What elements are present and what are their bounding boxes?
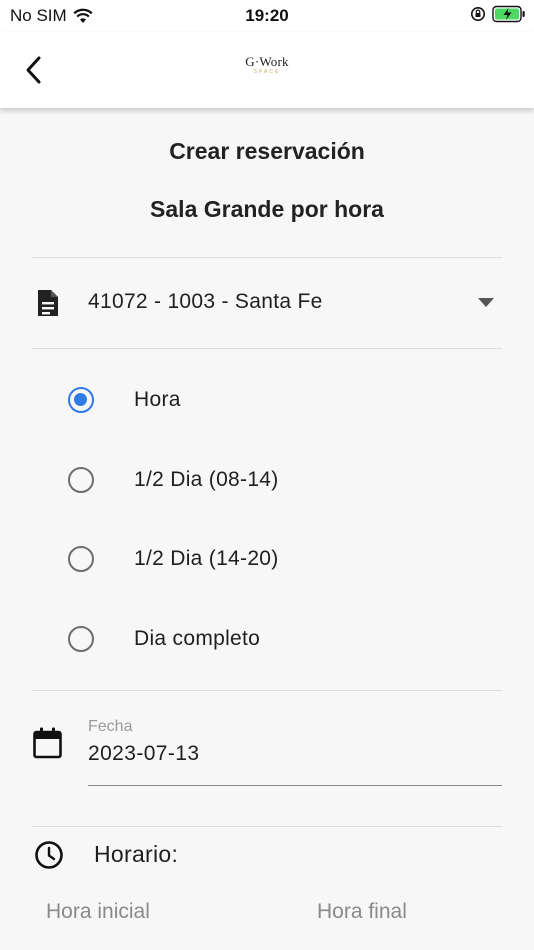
- arrow-drop-down-icon: [478, 298, 494, 307]
- divider: [32, 348, 502, 349]
- app-bar: G·Work SPACE: [0, 32, 534, 108]
- start-time-picker[interactable]: Hora inicial: [46, 900, 150, 924]
- date-field[interactable]: Fecha 2023-07-13: [88, 716, 502, 786]
- calendar-icon: [33, 727, 62, 759]
- account-select-value: 41072 - 1003 - Santa Fe: [88, 290, 323, 313]
- page-title: Crear reservación: [169, 138, 365, 164]
- date-field-value: 2023-07-13: [88, 742, 200, 765]
- battery-icon: [492, 5, 525, 23]
- radio-button[interactable]: [68, 546, 94, 572]
- divider: [32, 690, 502, 691]
- end-time-picker[interactable]: Hora final: [317, 900, 407, 924]
- radio-label: 1/2 Dia (08-14): [134, 468, 279, 491]
- status-bar: No SIM 19:20: [0, 0, 534, 32]
- date-field-label: Fecha: [88, 718, 133, 735]
- status-time: 19:20: [245, 6, 289, 25]
- page-subtitle: Sala Grande por hora: [150, 196, 384, 222]
- radio-label: Hora: [134, 388, 181, 411]
- account-select[interactable]: 41072 - 1003 - Santa Fe: [32, 270, 502, 336]
- radio-label: 1/2 Dia (14-20): [134, 547, 279, 570]
- radio-button[interactable]: [68, 467, 94, 493]
- date-row: Fecha 2023-07-13: [32, 710, 502, 790]
- logo-subtitle: SPACE: [253, 69, 281, 75]
- radio-option-half-day-afternoon[interactable]: 1/2 Dia (14-20): [68, 539, 468, 579]
- schedule-label: Horario:: [94, 841, 179, 867]
- schedule-row: Horario:: [32, 836, 502, 876]
- app-logo: G·Work SPACE: [0, 54, 534, 75]
- radio-option-full-day[interactable]: Dia completo: [68, 619, 468, 659]
- logo-wordmark: G·Work: [245, 54, 289, 69]
- radio-button[interactable]: [68, 626, 94, 652]
- radio-option-hora[interactable]: Hora: [68, 380, 468, 420]
- radio-option-half-day-morning[interactable]: 1/2 Dia (08-14): [68, 460, 468, 500]
- orientation-lock-icon: [471, 7, 485, 21]
- document-icon: [38, 290, 58, 316]
- radio-button-selected[interactable]: [68, 387, 94, 413]
- divider: [32, 826, 502, 827]
- radio-label: Dia completo: [134, 627, 261, 650]
- clock-icon: [35, 841, 63, 869]
- status-right: [470, 5, 526, 23]
- divider: [32, 257, 502, 258]
